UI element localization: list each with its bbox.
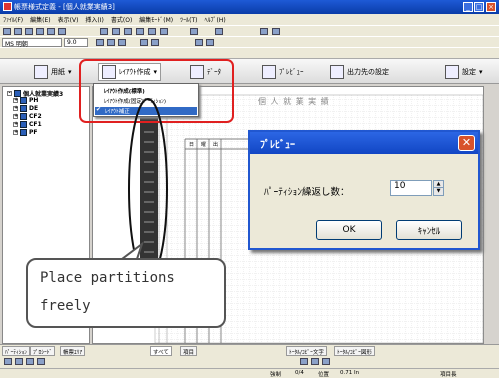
tab-total-shape[interactable]: ﾄｰﾀﾙ/ｺﾋﾟｰ図形 — [334, 346, 375, 356]
tab-items[interactable]: 項目 — [180, 346, 198, 356]
select-icon[interactable] — [4, 358, 12, 365]
cancel-button[interactable]: ｷｬﾝｾﾙ — [396, 220, 462, 240]
status-pos: 位置 — [318, 372, 330, 378]
tab-partition[interactable]: ﾊﾟｰﾃｨｼｮﾝ — [2, 346, 31, 356]
status-item: 項目長 — [440, 372, 457, 378]
callout-bubble: Place partitions freely — [26, 258, 226, 328]
rect-icon[interactable] — [15, 358, 23, 365]
image-icon[interactable] — [311, 358, 319, 365]
callout-line-1: Place partitions — [40, 270, 175, 286]
preview-dialog: ﾌﾟﾚﾋﾞｭｰ ✕ ﾊﾟｰﾃｨｼｮﾝ繰返し数： 10 ▲ ▼ OK ｷｬﾝｾﾙ — [248, 130, 480, 250]
tab-proceed[interactable]: ﾌﾟﾛｼｰﾄﾞ — [30, 346, 56, 356]
repeat-spinner[interactable]: ▲ ▼ — [433, 180, 444, 196]
ellipse-icon[interactable] — [26, 358, 34, 365]
status-bar: 強制 0/4 位置 0.71 In 項目長 — [0, 368, 499, 378]
spin-up-icon[interactable]: ▲ — [434, 181, 443, 188]
spin-down-icon[interactable]: ▼ — [434, 188, 443, 195]
line-tool-icon[interactable] — [37, 358, 45, 365]
status-mode: 強制 — [270, 372, 282, 378]
tab-total-text[interactable]: ﾄｰﾀﾙ/ｺﾋﾟｰ文字 — [286, 346, 327, 356]
tab-form-area[interactable]: 帳票ｴﾘｱ — [60, 346, 86, 356]
status-zoom: 0.71 In — [340, 370, 360, 376]
red-highlight-box — [79, 59, 234, 123]
ok-button[interactable]: OK — [316, 220, 382, 240]
tab-all[interactable]: すべて — [150, 346, 172, 356]
dialog-close-button[interactable]: ✕ — [458, 135, 475, 151]
shape-icon[interactable] — [322, 358, 330, 365]
status-col: 0/4 — [295, 370, 304, 376]
dialog-title-bar: ﾌﾟﾚﾋﾞｭｰ ✕ — [250, 132, 478, 154]
bottom-tab-bar: ﾊﾟｰﾃｨｼｮﾝ ﾌﾟﾛｼｰﾄﾞ 帳票ｴﾘｱ すべて 項目 ﾄｰﾀﾙ/ｺﾋﾟｰ文… — [0, 344, 499, 356]
callout-line-2: freely — [40, 298, 91, 314]
drawing-toolbar — [0, 356, 499, 368]
partition-repeat-label: ﾊﾟｰﾃｨｼｮﾝ繰返し数： — [264, 187, 350, 198]
partition-repeat-input[interactable]: 10 — [390, 180, 432, 196]
text-tool-icon[interactable] — [300, 358, 308, 365]
dialog-title: ﾌﾟﾚﾋﾞｭｰ — [260, 140, 295, 151]
